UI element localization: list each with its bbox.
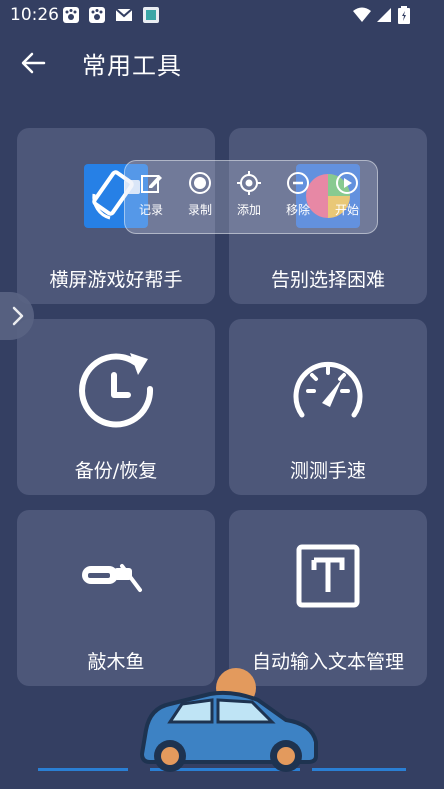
record-button[interactable]: 记录 [131, 171, 171, 218]
minus-circle-icon [287, 172, 309, 194]
target-icon [237, 171, 261, 195]
start-button[interactable]: 开始 [327, 171, 367, 218]
back-arrow-icon[interactable] [18, 48, 48, 78]
status-time: 10:26 [10, 5, 59, 25]
play-icon [336, 172, 358, 194]
floating-toolbar: 记录 录制 添加 移除 开始 [124, 160, 378, 234]
card-tap-speed-test[interactable]: 测测手速 [229, 319, 427, 495]
screen-record-label: 录制 [187, 203, 212, 217]
text-box-icon [296, 544, 360, 608]
wifi-icon [353, 7, 371, 22]
card-label: 告别选择困难 [270, 269, 385, 291]
page-title: 常用工具 [82, 52, 182, 80]
speedometer-icon [293, 361, 363, 418]
app-notification-icon [143, 7, 159, 23]
remove-label: 移除 [285, 203, 310, 217]
car-illustration [38, 668, 406, 772]
chevron-right-icon [12, 306, 24, 326]
remove-button[interactable]: 移除 [278, 171, 318, 218]
start-label: 开始 [334, 203, 359, 217]
wooden-fish-icon [82, 564, 142, 592]
mail-icon [115, 8, 133, 21]
signal-icon [377, 8, 391, 22]
card-label: 备份/恢复 [74, 460, 158, 482]
side-drawer-tab[interactable] [0, 292, 34, 340]
app-bar: 常用工具 [0, 32, 444, 96]
battery-icon [398, 6, 410, 24]
add-label: 添加 [236, 203, 261, 217]
status-bar: 10:26 [0, 0, 444, 32]
card-label: 测测手速 [289, 460, 366, 482]
record-label: 记录 [138, 203, 163, 217]
paw-icon [89, 7, 105, 23]
add-button[interactable]: 添加 [229, 171, 269, 218]
card-label: 横屏游戏好帮手 [49, 269, 183, 291]
clock-refresh-icon [79, 353, 154, 428]
card-backup-restore[interactable]: 备份/恢复 [17, 319, 215, 495]
paw-icon [63, 7, 79, 23]
record-icon [189, 172, 211, 194]
edit-icon [141, 175, 162, 193]
screen-record-button[interactable]: 录制 [180, 171, 220, 218]
